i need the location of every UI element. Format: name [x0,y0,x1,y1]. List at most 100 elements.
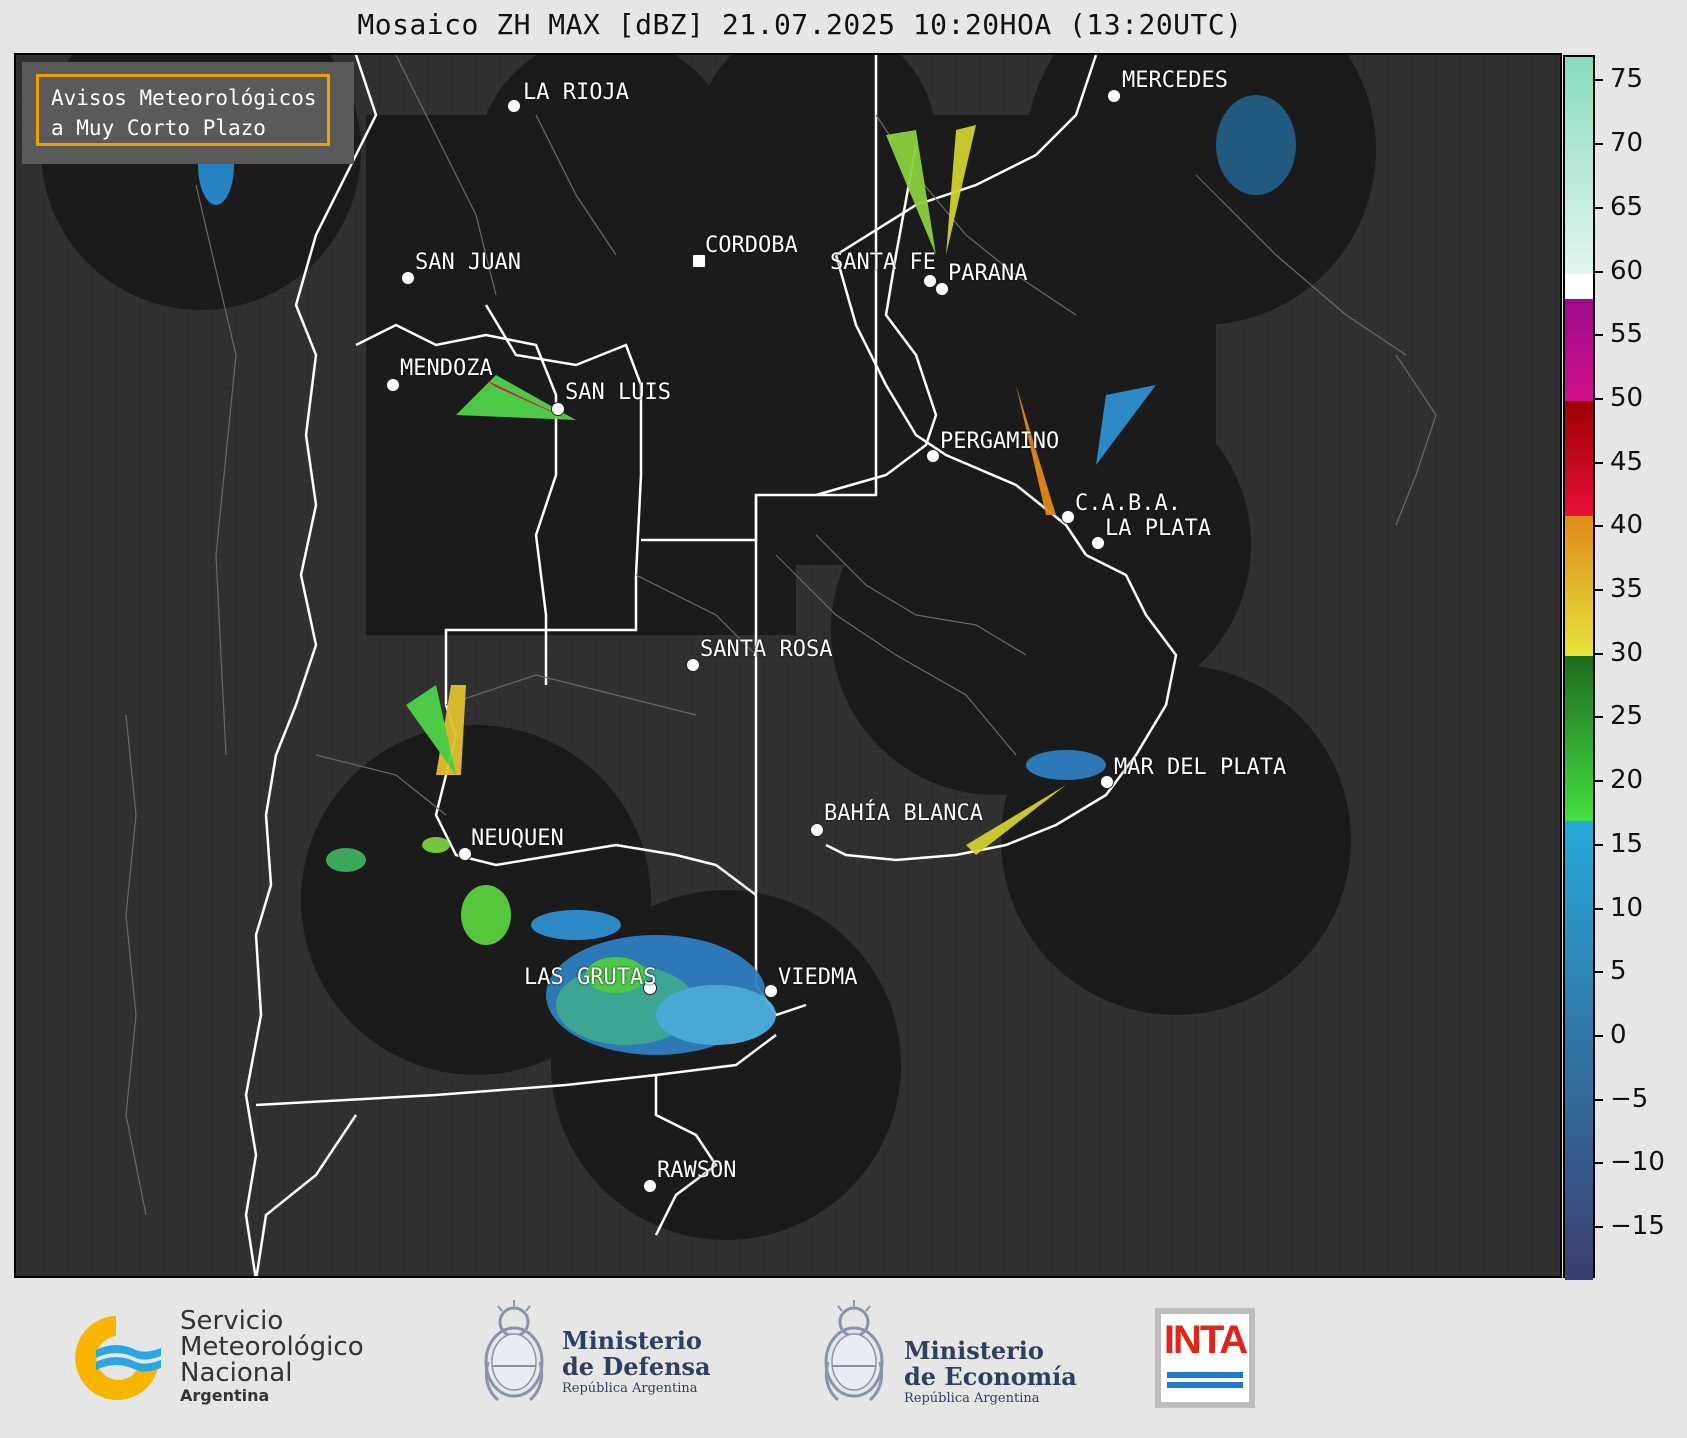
colorbar-band [1565,273,1593,300]
city-label-las-grutas: LAS GRUTAS [524,965,657,990]
colorbar-tick [1595,907,1603,910]
city-dot-viedma [764,984,778,998]
smn-line-4: Argentina [180,1386,270,1405]
colorbar-tick-label: 65 [1610,191,1644,222]
city-dot-cordoba [692,254,706,268]
colorbar-tick [1595,589,1603,592]
smn-line-3: Nacional [180,1358,293,1388]
colorbar-tick-label: −10 [1610,1147,1665,1178]
notice-box[interactable]: Avisos Meteorológicos a Muy Corto Plazo [36,74,330,146]
colorbar-tick-label: 30 [1610,637,1644,668]
city-dot-pergamino [926,449,940,463]
city-label-mar-del-plata: MAR DEL PLATA [1114,755,1287,780]
colorbar-tick [1595,143,1603,146]
city-dot-parana [935,282,949,296]
city-label-la-plata: LA PLATA [1105,516,1211,541]
radar-map[interactable]: LA RIOJA MERCEDES CORDOBA SAN JUAN SANTA… [14,53,1562,1278]
economia-line-2: de Economía [904,1362,1077,1391]
defensa-line-3: República Argentina [562,1381,698,1396]
city-label-santa-fe: SANTA FE [830,250,936,275]
notice-panel: Avisos Meteorológicos a Muy Corto Plazo [22,62,354,164]
inta-logo: INTA [1155,1308,1255,1408]
colorbar-band [1565,299,1593,401]
economia-line-1: Ministerio [904,1336,1044,1365]
city-dot-mar-del-plata [1100,775,1114,789]
city-label-la-rioja: LA RIOJA [523,80,629,105]
colorbar-tick-label: 70 [1610,128,1644,159]
city-label-neuquen: NEUQUEN [471,826,564,851]
colorbar-tick-label: 45 [1610,446,1644,477]
city-dot-mercedes [1107,89,1121,103]
colorbar-tick [1595,270,1603,273]
colorbar-tick-label: 75 [1610,64,1644,95]
colorbar-band [1565,655,1593,822]
city-label-san-juan: SAN JUAN [415,250,521,275]
city-label-parana: PARANA [948,261,1028,286]
smn-line-2: Meteorológico [180,1332,364,1362]
colorbar-tick [1595,525,1603,528]
colorbar-tick-label: 50 [1610,382,1644,413]
colorbar-tick [1595,1034,1603,1037]
colorbar-tick-label: 5 [1610,956,1627,987]
city-label-mercedes: MERCEDES [1122,68,1228,93]
city-label-pergamino: PERGAMINO [940,429,1060,454]
notice-line-1: Avisos Meteorológicos [51,86,317,110]
city-dot-san-juan [401,271,415,285]
city-dot-rawson [643,1179,657,1193]
colorbar-tick-label: 25 [1610,701,1644,732]
city-dot-la-rioja [507,99,521,113]
city-label-cordoba: CORDOBA [705,233,798,258]
inta-label: INTA [1163,1318,1248,1362]
city-label-caba: C.A.B.A. [1075,491,1181,516]
city-label-san-luis: SAN LUIS [565,380,671,405]
colorbar-tick [1595,397,1603,400]
inta-stripes [1167,1372,1243,1378]
city-dot-la-plata [1091,536,1105,550]
colorbar-tick-label: 10 [1610,892,1644,923]
city-label-rawson: RAWSON [657,1158,737,1183]
colorbar-tick-label: 15 [1610,828,1644,859]
colorbar-tick-label: 35 [1610,574,1644,605]
city-dot-santa-rosa [686,658,700,672]
city-dot-mendoza [386,378,400,392]
national-shield-icon [824,1300,884,1402]
colorbar-tick-label: 60 [1610,255,1644,286]
colorbar-band [1565,821,1593,1280]
smn-line-1: Servicio [180,1306,284,1336]
colorbar-tick-label: 55 [1610,319,1644,350]
chart-title: Mosaico ZH MAX [dBZ] 21.07.2025 10:20HOA… [357,8,1243,41]
colorbar-tick [1595,652,1603,655]
footer-logos: Servicio Meteorológico Nacional Argentin… [0,1280,1687,1438]
city-dot-bahia-blanca [810,823,824,837]
colorbar-tick-label: 40 [1610,510,1644,541]
colorbar-tick [1595,843,1603,846]
colorbar-band [1565,400,1593,516]
city-label-mendoza: MENDOZA [400,356,493,381]
colorbar-tick [1595,1162,1603,1165]
colorbar-tick [1595,716,1603,719]
city-label-santa-rosa: SANTA ROSA [700,637,833,662]
colorbar-tick [1595,780,1603,783]
defensa-logo: Ministerio de Defensa República Argentin… [478,1296,738,1426]
national-shield-icon [484,1300,544,1402]
city-dot-neuquen [458,847,472,861]
colorbar-tick [1595,971,1603,974]
colorbar-band [1565,57,1593,274]
smn-emblem-icon [75,1316,161,1400]
colorbar-tick [1595,1098,1603,1101]
smn-logo: Servicio Meteorológico Nacional Argentin… [66,1308,386,1418]
economia-logo: Ministerio de Economía República Argenti… [818,1296,1098,1426]
city-dot-san-luis [551,402,565,416]
city-label-bahia-blanca: BAHÍA BLANCA [824,801,983,826]
colorbar-tick-label: 0 [1610,1019,1627,1050]
colorbar-tick [1595,79,1603,82]
city-dot-caba [1061,510,1075,524]
colorbar-band [1565,515,1593,656]
notice-line-2: a Muy Corto Plazo [51,116,266,140]
colorbar-tick [1595,461,1603,464]
city-label-viedma: VIEDMA [778,965,858,990]
defensa-line-1: Ministerio [562,1326,702,1355]
colorbar-tick-label: −5 [1610,1083,1649,1114]
defensa-line-2: de Defensa [562,1352,711,1381]
colorbar-tick-label: −15 [1610,1211,1665,1242]
